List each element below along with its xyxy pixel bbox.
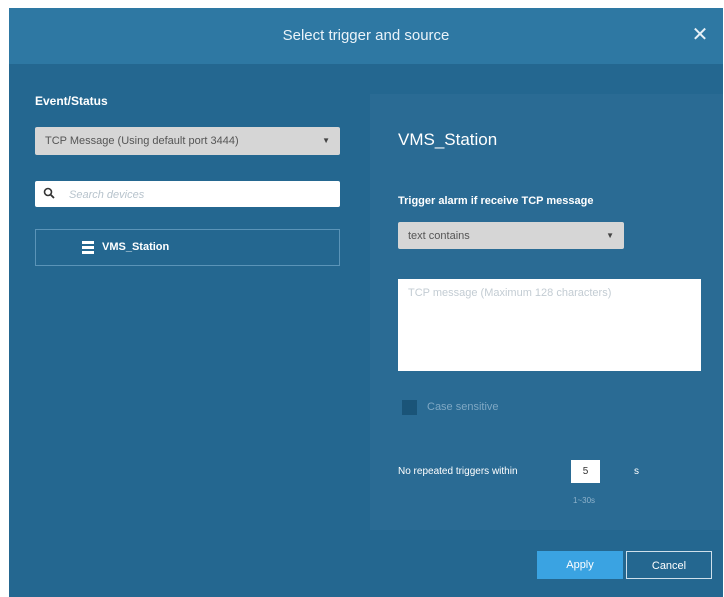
device-list-item[interactable]: VMS_Station [35,229,340,266]
case-sensitive-label: Case sensitive [427,401,499,413]
server-icon [82,241,94,254]
event-status-label: Event/Status [35,94,108,108]
repeat-trigger-label: No repeated triggers within [398,466,518,477]
case-sensitive-checkbox[interactable] [402,400,417,415]
apply-button[interactable]: Apply [537,551,623,579]
chevron-down-icon: ▼ [606,231,614,240]
repeat-range-hint: 1~30s [573,496,596,505]
trigger-settings-panel: VMS_Station Trigger alarm if receive TCP… [370,94,723,530]
device-search[interactable] [35,181,340,207]
device-name: VMS_Station [102,241,170,253]
select-trigger-dialog: Select trigger and source ✕ Event/Status… [9,8,723,597]
dialog-title: Select trigger and source [282,27,450,44]
dialog-titlebar: Select trigger and source ✕ [9,8,723,64]
event-type-value: TCP Message (Using default port 3444) [45,135,239,147]
selected-device-title: VMS_Station [398,130,498,149]
cancel-button[interactable]: Cancel [626,551,712,579]
trigger-condition-label: Trigger alarm if receive TCP message [398,195,594,207]
repeat-interval-input[interactable] [571,460,600,483]
condition-select[interactable]: text contains ▼ [398,222,624,249]
tcp-message-field[interactable] [398,279,701,371]
search-icon [43,187,55,199]
repeat-unit: s [634,466,639,477]
chevron-down-icon: ▼ [322,136,330,145]
close-icon[interactable]: ✕ [687,22,713,48]
search-input[interactable] [67,184,331,206]
condition-value: text contains [408,230,470,242]
event-type-select[interactable]: TCP Message (Using default port 3444) ▼ [35,127,340,155]
